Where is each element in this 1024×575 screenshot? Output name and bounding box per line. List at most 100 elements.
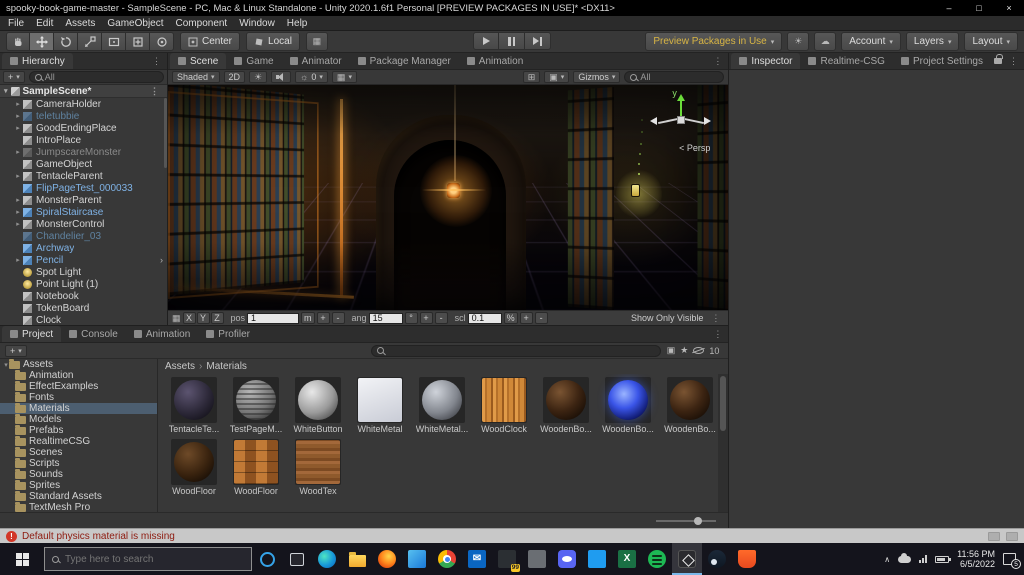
material-asset[interactable]: WoodClock bbox=[476, 377, 532, 434]
hierarchy-item[interactable]: GameObject bbox=[0, 158, 167, 170]
project-folder[interactable]: ▸ Prefabs bbox=[0, 424, 157, 436]
chrome-icon[interactable] bbox=[432, 543, 462, 575]
menu-item[interactable]: GameObject bbox=[101, 18, 169, 29]
ang-plus-button[interactable]: + bbox=[419, 312, 433, 324]
material-asset[interactable]: WoodFloor bbox=[166, 439, 222, 496]
scene-search-input[interactable]: All bbox=[624, 71, 725, 83]
material-asset[interactable]: WoodFloor bbox=[228, 439, 284, 496]
panel-menu-icon[interactable]: ⋮ bbox=[709, 329, 726, 340]
inspector-tab[interactable]: Inspector bbox=[731, 53, 801, 69]
edge-browser-icon[interactable] bbox=[312, 543, 342, 575]
shading-mode-dropdown[interactable]: Shaded ▾ bbox=[172, 71, 220, 83]
bottom-panel-tab[interactable]: Project bbox=[2, 326, 62, 342]
axis-toggle-button[interactable]: Z bbox=[210, 312, 224, 324]
project-folder[interactable]: ▸ Models bbox=[0, 413, 157, 425]
status-activity-icon[interactable] bbox=[988, 531, 1000, 541]
expand-arrow-icon[interactable]: ▸ bbox=[0, 438, 19, 446]
scale-tool-button[interactable] bbox=[78, 32, 102, 51]
expand-arrow-icon[interactable]: ▸ bbox=[13, 124, 23, 132]
panel-menu-icon[interactable]: ⋮ bbox=[709, 56, 726, 67]
material-asset[interactable]: TestPageM... bbox=[228, 377, 284, 434]
material-asset[interactable]: WoodenBo... bbox=[538, 377, 594, 434]
gizmos-dropdown[interactable]: Gizmos ▾ bbox=[573, 71, 621, 83]
hierarchy-item[interactable]: Chandelier_03 bbox=[0, 230, 167, 242]
expand-arrow-icon[interactable]: ▸ bbox=[13, 112, 23, 120]
expand-arrow-icon[interactable]: ▸ bbox=[13, 100, 23, 108]
scene-panel-tab[interactable]: Animation bbox=[459, 53, 531, 69]
material-asset[interactable]: TentacleTe... bbox=[166, 377, 222, 434]
expand-arrow-icon[interactable]: ▸ bbox=[0, 383, 19, 391]
move-tool-button[interactable] bbox=[30, 32, 54, 51]
network-icon[interactable] bbox=[919, 555, 928, 563]
close-button[interactable]: × bbox=[994, 0, 1024, 16]
bottom-panel-tab[interactable]: Console bbox=[61, 326, 126, 342]
expand-arrow-icon[interactable]: ▸ bbox=[0, 504, 19, 512]
rotate-tool-button[interactable] bbox=[54, 32, 78, 51]
prefab-open-chevron[interactable]: › bbox=[160, 255, 163, 265]
layout-dropdown[interactable]: Layout ▾ bbox=[964, 32, 1018, 51]
menu-item[interactable]: Help bbox=[281, 18, 314, 29]
hand-tool-button[interactable] bbox=[6, 32, 30, 51]
saved-search-star-icon[interactable]: ★ bbox=[680, 345, 688, 356]
unity-editor-icon[interactable] bbox=[672, 543, 702, 575]
code-editor-icon[interactable] bbox=[582, 543, 612, 575]
expand-arrow-icon[interactable]: ▸ bbox=[0, 427, 19, 435]
project-folder[interactable]: ▾ Assets bbox=[0, 359, 157, 370]
project-folder[interactable]: ▸ RealtimeCSG bbox=[0, 435, 157, 447]
cloud-services-button[interactable]: ☁ bbox=[814, 32, 837, 51]
project-folder[interactable]: Materials bbox=[0, 402, 157, 414]
inspector-tab[interactable]: Realtime-CSG bbox=[800, 53, 892, 69]
inspector-lock-icon[interactable] bbox=[994, 54, 1003, 64]
breadcrumb-root[interactable]: Assets bbox=[165, 361, 195, 372]
pos-unit-dropdown[interactable]: m bbox=[301, 312, 315, 324]
2d-toggle[interactable]: 2D bbox=[223, 71, 246, 83]
effects-dropdown[interactable]: ☼ 0 ▾ bbox=[295, 71, 328, 83]
hierarchy-scrollbar[interactable] bbox=[164, 98, 167, 168]
menu-item[interactable]: Assets bbox=[59, 18, 101, 29]
hierarchy-item[interactable]: Notebook bbox=[0, 290, 167, 302]
expand-arrow-icon[interactable]: ▸ bbox=[13, 196, 23, 204]
scene-viewport[interactable]: y < Persp bbox=[168, 85, 729, 310]
transform-tool-button[interactable] bbox=[126, 32, 150, 51]
photos-icon[interactable] bbox=[402, 543, 432, 575]
account-dropdown[interactable]: Account ▾ bbox=[841, 32, 901, 51]
expand-arrow-icon[interactable]: ▸ bbox=[13, 148, 23, 156]
action-center-icon[interactable]: 5 bbox=[1003, 553, 1021, 569]
scene-header-row[interactable]: ▾ SampleScene* ⋮ bbox=[0, 85, 167, 98]
discord-icon[interactable] bbox=[552, 543, 582, 575]
asset-grid-scrollbar[interactable] bbox=[718, 374, 729, 512]
tray-expand-icon[interactable]: ∧ bbox=[884, 555, 890, 564]
hierarchy-item[interactable]: Archway bbox=[0, 242, 167, 254]
scl-plus-button[interactable]: + bbox=[519, 312, 533, 324]
ang-minus-button[interactable]: - bbox=[434, 312, 448, 324]
scl-unit-dropdown[interactable]: % bbox=[503, 312, 518, 324]
hierarchy-item[interactable]: TokenBoard bbox=[0, 302, 167, 314]
axis-toggle-button[interactable]: Y bbox=[196, 312, 210, 324]
material-asset[interactable]: WhiteMetal... bbox=[414, 377, 470, 434]
grid-snap-button[interactable]: ▦ bbox=[305, 32, 328, 51]
hierarchy-item[interactable]: ▸ MonsterParent bbox=[0, 194, 167, 206]
hierarchy-item[interactable]: ▸ JumpscareMonster bbox=[0, 146, 167, 158]
create-asset-dropdown[interactable]: + ▾ bbox=[5, 344, 27, 357]
minimize-button[interactable]: – bbox=[934, 0, 964, 16]
maximize-button[interactable]: □ bbox=[964, 0, 994, 16]
hierarchy-item[interactable]: ▸ teletubbie bbox=[0, 110, 167, 122]
hierarchy-item[interactable]: Spot Light bbox=[0, 266, 167, 278]
hierarchy-search-input[interactable]: All bbox=[28, 71, 164, 83]
scene-orientation-gizmo[interactable]: y bbox=[650, 88, 714, 143]
space-toggle-button[interactable]: Local bbox=[246, 32, 300, 51]
menu-item[interactable]: File bbox=[2, 18, 30, 29]
gizmo-persp-label[interactable]: < Persp bbox=[679, 143, 710, 153]
panel-menu-icon[interactable]: ⋮ bbox=[1005, 56, 1022, 67]
project-folder[interactable]: Scripts bbox=[0, 457, 157, 469]
cortana-icon[interactable] bbox=[252, 543, 282, 575]
battery-icon[interactable] bbox=[935, 555, 952, 563]
project-folder[interactable]: Sounds bbox=[0, 468, 157, 480]
expand-arrow-icon[interactable]: ▸ bbox=[13, 220, 23, 228]
hierarchy-item[interactable]: Clock bbox=[0, 314, 167, 325]
show-only-visible-toggle[interactable]: Show Only Visible bbox=[631, 313, 703, 323]
project-folder[interactable]: Scenes bbox=[0, 446, 157, 458]
project-search-input[interactable] bbox=[370, 344, 661, 357]
menu-item[interactable]: Edit bbox=[30, 18, 59, 29]
hierarchy-item[interactable]: FlipPageTest_000033 bbox=[0, 182, 167, 194]
